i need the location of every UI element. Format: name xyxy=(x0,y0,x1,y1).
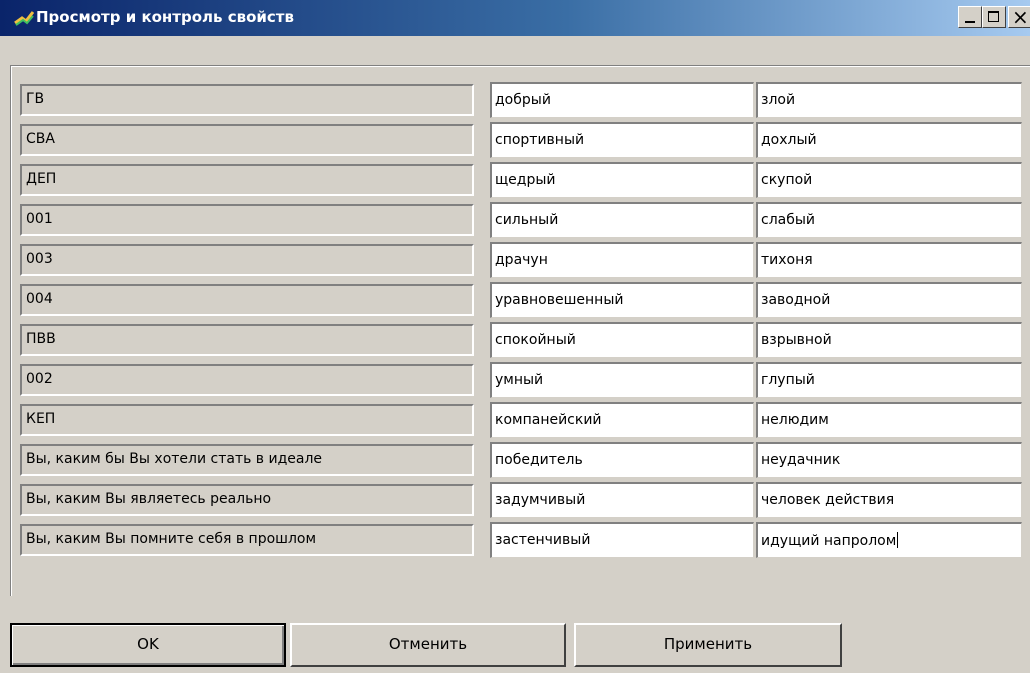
positive-trait-field[interactable]: компанейский xyxy=(490,402,754,438)
positive-trait-field[interactable]: спокойный xyxy=(490,322,754,358)
apply-button[interactable]: Применить xyxy=(574,623,842,667)
text-caret xyxy=(897,532,899,548)
app-icon xyxy=(14,11,34,26)
positive-trait-field[interactable]: щедрый xyxy=(490,162,754,198)
negative-trait-field[interactable]: идущий напролом xyxy=(756,522,1022,558)
property-label: 004 xyxy=(20,284,474,316)
property-label: Вы, каким Вы помните себя в прошлом xyxy=(20,524,474,556)
positive-trait-field[interactable]: задумчивый xyxy=(490,482,754,518)
property-label: СВА xyxy=(20,124,474,156)
positive-trait-field[interactable]: драчун xyxy=(490,242,754,278)
property-label: 001 xyxy=(20,204,474,236)
property-label: КЕП xyxy=(20,404,474,436)
window-title: Просмотр и контроль свойств xyxy=(36,8,294,26)
positive-trait-field[interactable]: уравновешенный xyxy=(490,282,754,318)
negative-trait-field[interactable]: дохлый xyxy=(756,122,1022,158)
ok-button[interactable]: OK xyxy=(10,623,286,667)
property-label: Вы, каким Вы являетесь реально xyxy=(20,484,474,516)
negative-trait-field[interactable]: скупой xyxy=(756,162,1022,198)
positive-trait-field[interactable]: сильный xyxy=(490,202,754,238)
property-label: Вы, каким бы Вы хотели стать в идеале xyxy=(20,444,474,476)
minimize-button[interactable] xyxy=(958,6,982,28)
negative-trait-field[interactable]: злой xyxy=(756,82,1022,118)
title-bar[interactable]: Просмотр и контроль свойств × xyxy=(0,0,1030,36)
close-icon: × xyxy=(1012,5,1029,29)
maximize-button[interactable] xyxy=(982,6,1006,28)
property-label: 003 xyxy=(20,244,474,276)
negative-trait-field[interactable]: человек действия xyxy=(756,482,1022,518)
positive-trait-field[interactable]: умный xyxy=(490,362,754,398)
close-button[interactable]: × xyxy=(1008,6,1030,28)
negative-trait-field[interactable]: взрывной xyxy=(756,322,1022,358)
positive-trait-field[interactable]: спортивный xyxy=(490,122,754,158)
property-label: 002 xyxy=(20,364,474,396)
positive-trait-field[interactable]: застенчивый xyxy=(490,522,754,558)
negative-trait-field[interactable]: заводной xyxy=(756,282,1022,318)
property-label: ДЕП xyxy=(20,164,474,196)
property-label: ГВ xyxy=(20,84,474,116)
negative-trait-field[interactable]: слабый xyxy=(756,202,1022,238)
positive-trait-field[interactable]: добрый xyxy=(490,82,754,118)
minimize-icon xyxy=(965,21,975,23)
cancel-button[interactable]: Отменить xyxy=(290,623,566,667)
positive-trait-field[interactable]: победитель xyxy=(490,442,754,478)
maximize-icon xyxy=(988,11,999,22)
negative-trait-field[interactable]: неудачник xyxy=(756,442,1022,478)
negative-trait-field[interactable]: глупый xyxy=(756,362,1022,398)
negative-trait-field[interactable]: нелюдим xyxy=(756,402,1022,438)
property-label: ПВВ xyxy=(20,324,474,356)
negative-trait-field[interactable]: тихоня xyxy=(756,242,1022,278)
